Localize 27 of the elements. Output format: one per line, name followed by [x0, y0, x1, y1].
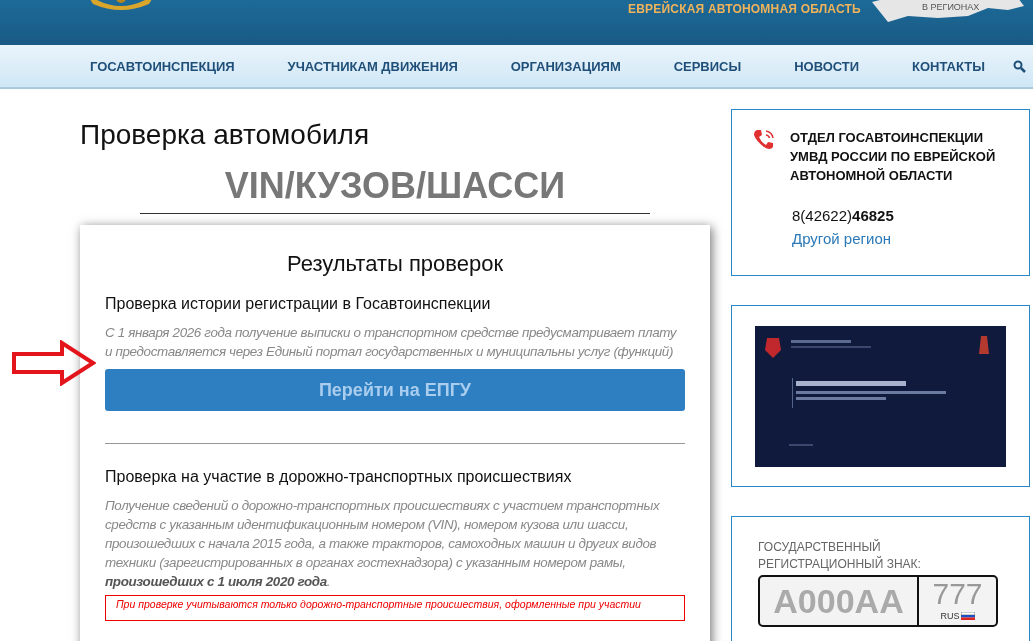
nav-link[interactable]: ОРГАНИЗАЦИЯМ: [510, 58, 621, 74]
search-icon[interactable]: [1013, 59, 1026, 73]
nav-link[interactable]: СЕРВИСЫ: [673, 58, 742, 74]
page-subtitle: VIN/КУЗОВ/ШАССИ: [140, 165, 650, 214]
nav-link[interactable]: НОВОСТИ: [794, 58, 860, 74]
department-name: ОТДЕЛ ГОСАВТОИНСПЕКЦИИ УМВД РОССИИ ПО ЕВРЕЙСКОЙ АВТОНОМНОЙ ОБЛАСТИ: [790, 129, 997, 185]
phone-number: 8(42622)46825: [792, 207, 895, 224]
nav-link[interactable]: УЧАСТНИКАМ ДВИЖЕНИЯ: [287, 58, 458, 74]
map-label: В РЕГИОНАХ: [922, 2, 980, 12]
other-region-link[interactable]: Другой регион: [792, 230, 892, 247]
page-title: Проверка автомобиля: [80, 119, 371, 151]
plate-country: RUS: [940, 611, 960, 621]
plate-number: А000АА: [760, 577, 919, 625]
section-heading: Проверка на участие в дорожно-транспортных происшествиях: [105, 468, 573, 486]
plate-region: 777: [932, 577, 983, 611]
region-name: ЕВРЕЙСКАЯ АВТОНОМНАЯ ОБЛАСТЬ: [628, 2, 861, 16]
nav-link[interactable]: КОНТАКТЫ: [912, 58, 985, 74]
nav-link[interactable]: ГОСАВТОИНСПЕКЦИЯ: [90, 58, 235, 74]
section-text: Получение сведений о дорожно-транспортных происшествиях с участием транспортных средств с указанным идентификационным номером (VIN), номером кузова или шасси, произошедших с начала 2015 года, а также тракторов, самоходных машин и других видов техники (зарегистрированных в органах гостехнадзора) с указанным номером рамы, произошедших с 1 июля 2020 года.: [105, 497, 661, 591]
section-text: С 1 января 2026 года получение выписки о транспортном средстве предусматривает плату и предоставляется через Единый портал государственных и муниципальны услуг (функций): [105, 324, 678, 361]
section-heading: Проверка истории регистрации в Госавтоинспекции: [105, 295, 492, 313]
phone-icon: [752, 128, 776, 152]
plate-label: ГОСУДАРСТВЕННЫЙ РЕГИСТРАЦИОННЫЙ ЗНАК:: [758, 539, 922, 573]
arrow-icon: [12, 340, 96, 386]
card-title: Результаты проверок: [285, 251, 505, 277]
notice-text: При проверке учитываются только дорожно-транспортные происшествия, оформленные при участии: [105, 595, 685, 621]
flag-icon: [960, 612, 975, 620]
